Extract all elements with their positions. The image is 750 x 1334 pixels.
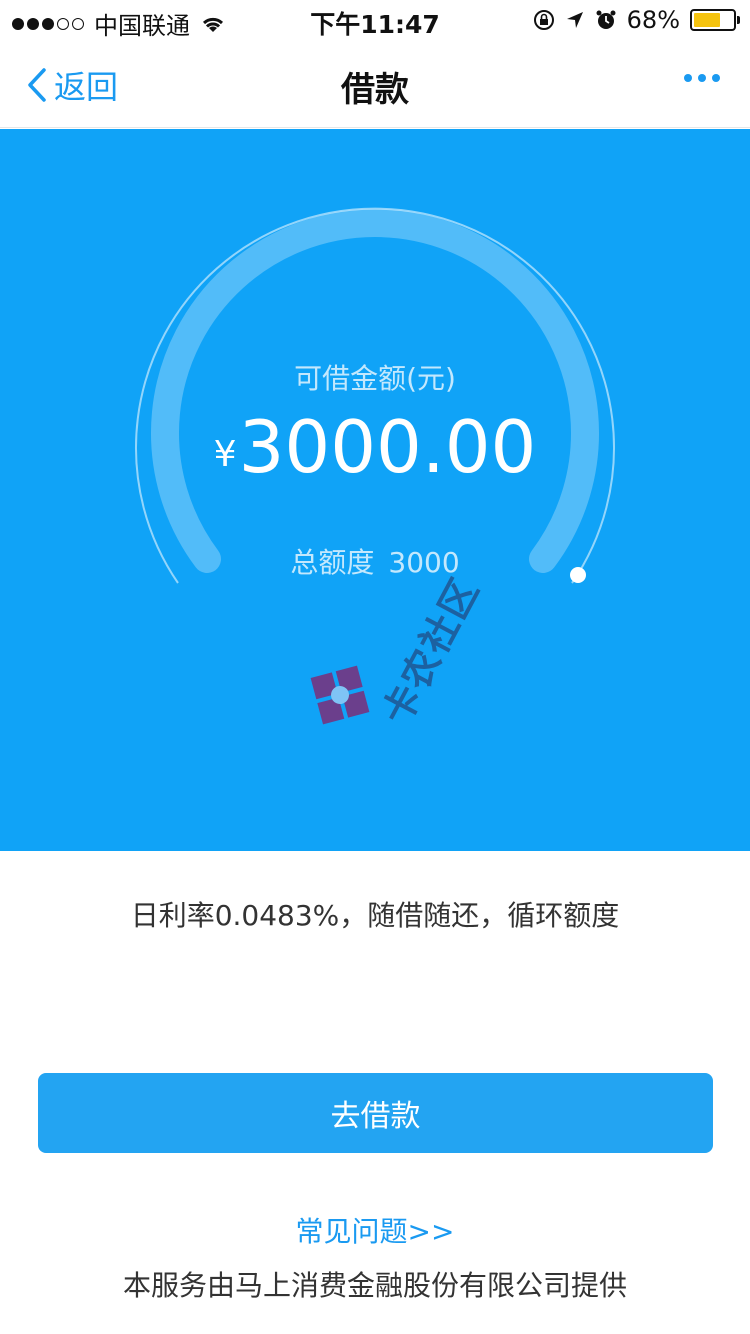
faq-link[interactable]: 常见问题>>: [0, 1210, 750, 1250]
battery-icon: [690, 9, 740, 31]
battery-fill: [694, 13, 720, 27]
watermark-logo-icon: [310, 665, 370, 725]
available-amount-value: 3000.00: [238, 405, 537, 489]
credit-hero: 可借金额(元) ¥3000.00 总额度 3000 卡农社区: [0, 129, 750, 851]
total-credit-label: 总额度: [290, 546, 375, 579]
location-arrow-icon: [566, 12, 583, 28]
status-bar: 中国联通 下午11:47 68%: [0, 0, 750, 40]
interest-rate-info: 日利率0.0483%，随借随还，循环额度: [130, 899, 620, 932]
watermark: 卡农社区: [310, 570, 488, 739]
page-title: 借款: [341, 70, 409, 110]
provider-text: 本服务由马上消费金融股份有限公司提供: [122, 1269, 627, 1302]
battery-percent: 68%: [626, 6, 680, 34]
more-dots-icon[interactable]: [684, 74, 720, 82]
borrow-button[interactable]: 去借款: [38, 1073, 713, 1153]
alarm-icon: [596, 10, 616, 29]
status-right: 68%: [533, 6, 740, 34]
nav-bar: 返回 借款: [0, 40, 750, 128]
available-amount: ¥3000.00: [0, 405, 750, 489]
available-amount-label: 可借金额(元): [294, 362, 456, 395]
rotation-lock-icon: [533, 10, 554, 30]
credit-gauge: [135, 207, 615, 584]
currency-symbol: ¥: [213, 434, 237, 475]
total-credit: 总额度 3000: [0, 541, 750, 581]
